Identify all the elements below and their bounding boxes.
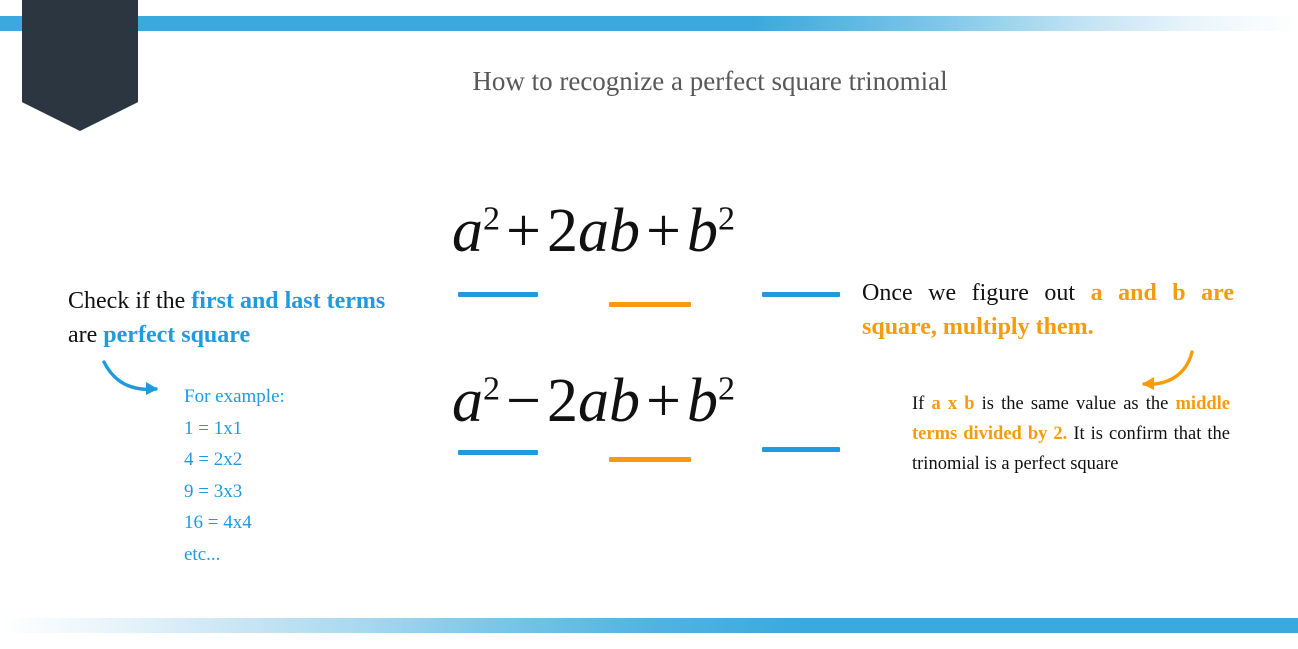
formula-plus-operator: + — [506, 197, 542, 265]
left-lead-part-2: are — [68, 322, 104, 349]
formula-plus-first-exponent: 2 — [483, 200, 501, 238]
formula-plus-middle-term: ab — [578, 197, 641, 265]
formula-plus-middle-coefficient: 2 — [547, 197, 579, 265]
bottom-accent-bar — [0, 618, 1298, 633]
formula-minus-underline-middle — [609, 457, 691, 462]
formula-minus-last-exponent: 2 — [717, 370, 736, 408]
right-body-part-2: is the same value as the — [974, 394, 1176, 414]
curved-arrow-right-icon — [102, 360, 158, 395]
examples-list: For example: 1 = 1x1 4 = 2x2 9 = 3x3 16 … — [184, 381, 394, 570]
formula-minus: a2−2ab+b2 — [452, 366, 735, 437]
formula-plus-underline-middle — [609, 302, 691, 307]
formula-minus-first-term: a — [452, 367, 483, 435]
top-accent-bar — [0, 16, 1298, 31]
right-body-paragraph: If a x b is the same value as the middle… — [912, 390, 1230, 480]
right-body-highlight-1: a x b — [931, 394, 975, 414]
formula-plus-first-term: a — [452, 197, 483, 265]
formula-minus-middle-term: ab — [578, 367, 641, 435]
formula-minus-operator: − — [506, 367, 542, 435]
left-lead-highlight-1: first and last terms — [191, 288, 386, 314]
formula-plus-second-operator: + — [646, 197, 681, 265]
formula-minus-last-term: b — [686, 367, 718, 435]
left-instruction-text: Check if the first and last terms are pe… — [68, 284, 413, 352]
curved-arrow-left-icon — [1142, 350, 1194, 390]
formula-plus-last-term: b — [686, 197, 718, 265]
formula-minus-underline-first — [458, 450, 538, 455]
formula-minus-underline-last — [762, 447, 840, 452]
formula-minus-second-operator: + — [646, 367, 681, 435]
formula-plus-underline-first — [458, 292, 538, 297]
formula-minus-first-exponent: 2 — [483, 370, 501, 408]
page-title: How to recognize a perfect square trinom… — [472, 66, 948, 96]
right-lead-part-1: Once we figure out — [862, 280, 1091, 306]
right-instruction-text: Once we figure out a and b are square, m… — [862, 276, 1234, 344]
right-body-part-1: If — [912, 394, 932, 414]
formula-minus-middle-coefficient: 2 — [547, 367, 579, 435]
list-item: 16 = 4x4 — [184, 512, 252, 534]
formula-plus: a2+2ab+b2 — [452, 196, 735, 267]
formula-plus-underline-last — [762, 292, 840, 297]
list-item: 1 = 1x1 — [184, 417, 243, 439]
slide-canvas: SOM STORY OF MATHEMATICS How to recogniz… — [0, 0, 1298, 649]
examples-heading: For example: — [184, 386, 285, 407]
left-lead-highlight-2: perfect square — [103, 322, 251, 349]
list-item: 9 = 3x3 — [184, 480, 243, 502]
brand-badge — [22, 0, 138, 131]
formula-plus-last-exponent: 2 — [717, 200, 736, 238]
list-item: etc... — [184, 543, 221, 565]
left-lead-part-1: Check if the — [68, 288, 192, 314]
list-item: 4 = 2x2 — [184, 449, 243, 471]
